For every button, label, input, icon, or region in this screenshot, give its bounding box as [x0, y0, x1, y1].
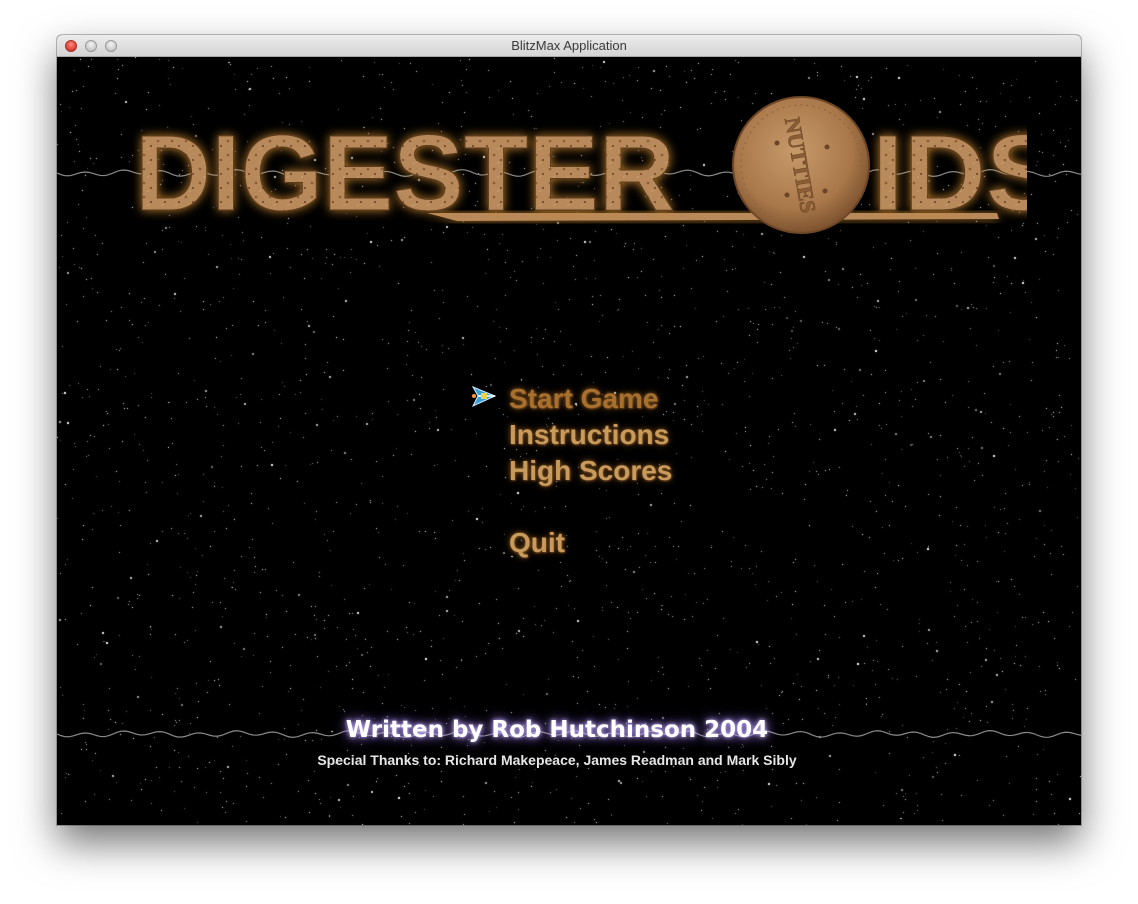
menu-high-scores[interactable]: High Scores [509, 455, 672, 487]
game-canvas[interactable]: DIGESTER IDS NUTTIES Start Game Instruct… [57, 57, 1081, 825]
menu-instructions[interactable]: Instructions [509, 419, 669, 451]
biscuit-o-icon: NUTTIES [732, 96, 870, 234]
app-window: BlitzMax Application DIGESTER IDS NUTTIE… [57, 35, 1081, 825]
logo-letters-right: IDS [872, 112, 1027, 233]
logo-letters-left: DIGESTER [135, 112, 675, 233]
special-thanks: Special Thanks to: Richard Makepeace, Ja… [317, 752, 797, 768]
window-title: BlitzMax Application [511, 38, 627, 53]
author-credit: Written by Rob Hutchinson 2004 [345, 717, 769, 743]
spaceship-icon [471, 385, 497, 408]
menu-quit[interactable]: Quit [509, 527, 565, 559]
digesteroids-logo: DIGESTER IDS NUTTIES [135, 96, 1027, 234]
menu-start-game[interactable]: Start Game [509, 383, 658, 415]
title-bar[interactable]: BlitzMax Application [57, 35, 1081, 57]
